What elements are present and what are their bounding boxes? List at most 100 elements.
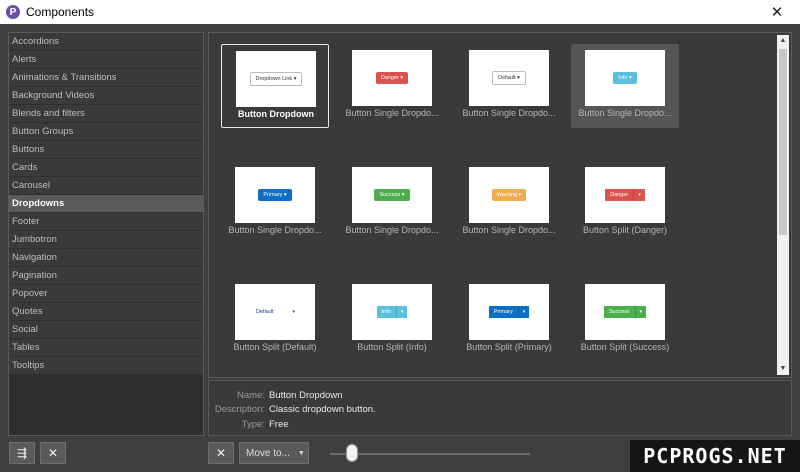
watermark: PCPROGS.NET bbox=[630, 440, 800, 472]
zoom-slider-track[interactable] bbox=[330, 453, 530, 455]
preview-split-label: Info bbox=[381, 309, 391, 315]
move-to-dropdown[interactable]: Move to... ▼ bbox=[239, 442, 309, 464]
tile-single-info[interactable]: Info ▾ Button Single Dropdo... bbox=[571, 44, 679, 128]
detail-row-description: Description: Classic dropdown button. bbox=[209, 404, 376, 418]
tile-thumbnail: Info ▾ bbox=[352, 284, 432, 340]
preview-split-button: Success ▾ bbox=[603, 306, 647, 318]
preview-button: Dropdown Link ▾ bbox=[249, 72, 303, 86]
tile-label: Button Single Dropdo... bbox=[462, 225, 556, 235]
sidebar-item-pagination[interactable]: Pagination bbox=[9, 267, 203, 285]
sidebar-item-tooltips[interactable]: Tooltips bbox=[9, 357, 203, 375]
move-to-label: Move to... bbox=[246, 447, 290, 459]
tile-thumbnail: Default ▾ bbox=[235, 284, 315, 340]
bottom-toolbar: ⇶ ✕ ✕ Move to... ▼ PCPROGS.NET bbox=[0, 440, 800, 472]
sidebar-item-button-groups[interactable]: Button Groups bbox=[9, 123, 203, 141]
tile-single-danger[interactable]: Danger ▾ Button Single Dropdo... bbox=[338, 44, 446, 128]
detail-value: Classic dropdown button. bbox=[269, 404, 376, 415]
sidebar-item-buttons[interactable]: Buttons bbox=[9, 141, 203, 159]
chevron-down-icon: ▼ bbox=[297, 449, 305, 457]
tile-split-success[interactable]: Success ▾ Button Split (Success) bbox=[571, 278, 679, 362]
chevron-down-icon: ▾ bbox=[395, 306, 408, 318]
tile-split-primary[interactable]: Primary ▾ Button Split (Primary) bbox=[455, 278, 563, 362]
sidebar-item-tables[interactable]: Tables bbox=[9, 339, 203, 357]
preview-button: Default ▾ bbox=[492, 71, 526, 85]
sidebar-item-quotes[interactable]: Quotes bbox=[9, 303, 203, 321]
sidebar-item-navigation[interactable]: Navigation bbox=[9, 249, 203, 267]
tile-label: Button Split (Success) bbox=[580, 342, 670, 352]
grid-scrollbar[interactable]: ▲ ▼ bbox=[777, 35, 789, 375]
sidebar-item-accordions[interactable]: Accordions bbox=[9, 33, 203, 51]
tile-thumbnail: Success ▾ bbox=[352, 167, 432, 223]
close-button[interactable]: ✕ bbox=[754, 0, 800, 24]
sidebar-item-dropdowns[interactable]: Dropdowns bbox=[9, 195, 203, 213]
tile-single-primary[interactable]: Primary ▾ Button Single Dropdo... bbox=[221, 161, 329, 245]
preview-button: Primary ▾ bbox=[258, 189, 292, 201]
detail-row-type: Type: Free bbox=[209, 419, 289, 433]
tile-thumbnail: Warning ▾ bbox=[469, 167, 549, 223]
tile-thumbnail: Danger ▾ bbox=[352, 50, 432, 106]
preview-split-button: Info ▾ bbox=[376, 306, 408, 318]
detail-key: Name: bbox=[237, 390, 265, 401]
sidebar-item-animations[interactable]: Animations & Transitions bbox=[9, 69, 203, 87]
sidebar-item-social[interactable]: Social bbox=[9, 321, 203, 339]
delete-icon[interactable]: ✕ bbox=[208, 442, 234, 464]
add-to-page-icon[interactable]: ⇶ bbox=[9, 442, 35, 464]
tile-label: Button Single Dropdo... bbox=[228, 225, 322, 235]
preview-split-label: Danger bbox=[610, 192, 629, 198]
tile-label: Button Split (Default) bbox=[233, 342, 317, 352]
scroll-thumb[interactable] bbox=[779, 49, 787, 235]
category-list: Accordions Alerts Animations & Transitio… bbox=[8, 32, 204, 436]
tile-thumbnail: Primary ▾ bbox=[469, 284, 549, 340]
chevron-down-icon: ▾ bbox=[633, 189, 645, 201]
sidebar-item-background-videos[interactable]: Background Videos bbox=[9, 87, 203, 105]
sidebar-item-alerts[interactable]: Alerts bbox=[9, 51, 203, 69]
tile-thumbnail: Default ▾ bbox=[469, 50, 549, 106]
preview-split-label: Success bbox=[608, 309, 630, 315]
window-title: Components bbox=[26, 5, 95, 19]
tile-split-info[interactable]: Info ▾ Button Split (Info) bbox=[338, 278, 446, 362]
tile-label: Button Split (Info) bbox=[357, 342, 427, 352]
detail-row-name: Name: Button Dropdown bbox=[209, 390, 342, 404]
tile-single-default[interactable]: Default ▾ Button Single Dropdo... bbox=[455, 44, 563, 128]
tile-label: Button Split (Danger) bbox=[582, 225, 668, 235]
tile-label: Button Dropdown bbox=[238, 109, 314, 119]
sidebar-item-carousel[interactable]: Carousel bbox=[9, 177, 203, 195]
zoom-slider-thumb[interactable] bbox=[346, 444, 358, 462]
preview-button: Warning ▾ bbox=[491, 189, 527, 201]
scroll-down-icon[interactable]: ▼ bbox=[777, 363, 789, 375]
tile-label: Button Single Dropdo... bbox=[345, 108, 439, 118]
app-icon: P bbox=[6, 5, 20, 19]
tile-button-dropdown[interactable]: Dropdown Link ▾ Button Dropdown bbox=[221, 44, 329, 128]
sidebar-item-cards[interactable]: Cards bbox=[9, 159, 203, 177]
tile-label: Button Single Dropdo... bbox=[345, 225, 439, 235]
tile-single-success[interactable]: Success ▾ Button Single Dropdo... bbox=[338, 161, 446, 245]
sidebar-item-blends[interactable]: Blends and filters bbox=[9, 105, 203, 123]
details-panel: Name: Button Dropdown Description: Class… bbox=[208, 380, 792, 436]
sidebar-item-jumbotron[interactable]: Jumbotron bbox=[9, 231, 203, 249]
tile-thumbnail: Success ▾ bbox=[585, 284, 665, 340]
tile-split-default[interactable]: Default ▾ Button Split (Default) bbox=[221, 278, 329, 362]
tile-thumbnail: Danger ▾ bbox=[585, 167, 665, 223]
scroll-up-icon[interactable]: ▲ bbox=[777, 35, 789, 47]
watermark-text: PCPROGS.NET bbox=[643, 444, 787, 468]
sidebar-item-popover[interactable]: Popover bbox=[9, 285, 203, 303]
tile-label: Button Single Dropdo... bbox=[578, 108, 672, 118]
preview-split-button: Primary ▾ bbox=[488, 306, 530, 318]
title-bar: P Components ✕ bbox=[0, 0, 800, 24]
remove-icon[interactable]: ✕ bbox=[40, 442, 66, 464]
preview-split-button: Default ▾ bbox=[251, 306, 299, 318]
detail-key: Description: bbox=[214, 404, 265, 415]
sidebar-item-footer[interactable]: Footer bbox=[9, 213, 203, 231]
components-window: P Components ✕ Accordions Alerts Animati… bbox=[0, 0, 800, 472]
component-grid: Dropdown Link ▾ Button Dropdown Danger ▾… bbox=[208, 32, 792, 378]
chevron-down-icon: ▾ bbox=[292, 309, 295, 315]
preview-button: Danger ▾ bbox=[375, 72, 409, 84]
tile-thumbnail: Info ▾ bbox=[585, 50, 665, 106]
tile-label: Button Split (Primary) bbox=[466, 342, 552, 352]
preview-split-label: Default bbox=[256, 309, 274, 315]
tile-single-warning[interactable]: Warning ▾ Button Single Dropdo... bbox=[455, 161, 563, 245]
tile-thumbnail: Dropdown Link ▾ bbox=[236, 51, 316, 107]
tile-split-danger[interactable]: Danger ▾ Button Split (Danger) bbox=[571, 161, 679, 245]
chevron-down-icon: ▾ bbox=[634, 306, 647, 318]
detail-key: Type: bbox=[241, 419, 265, 430]
